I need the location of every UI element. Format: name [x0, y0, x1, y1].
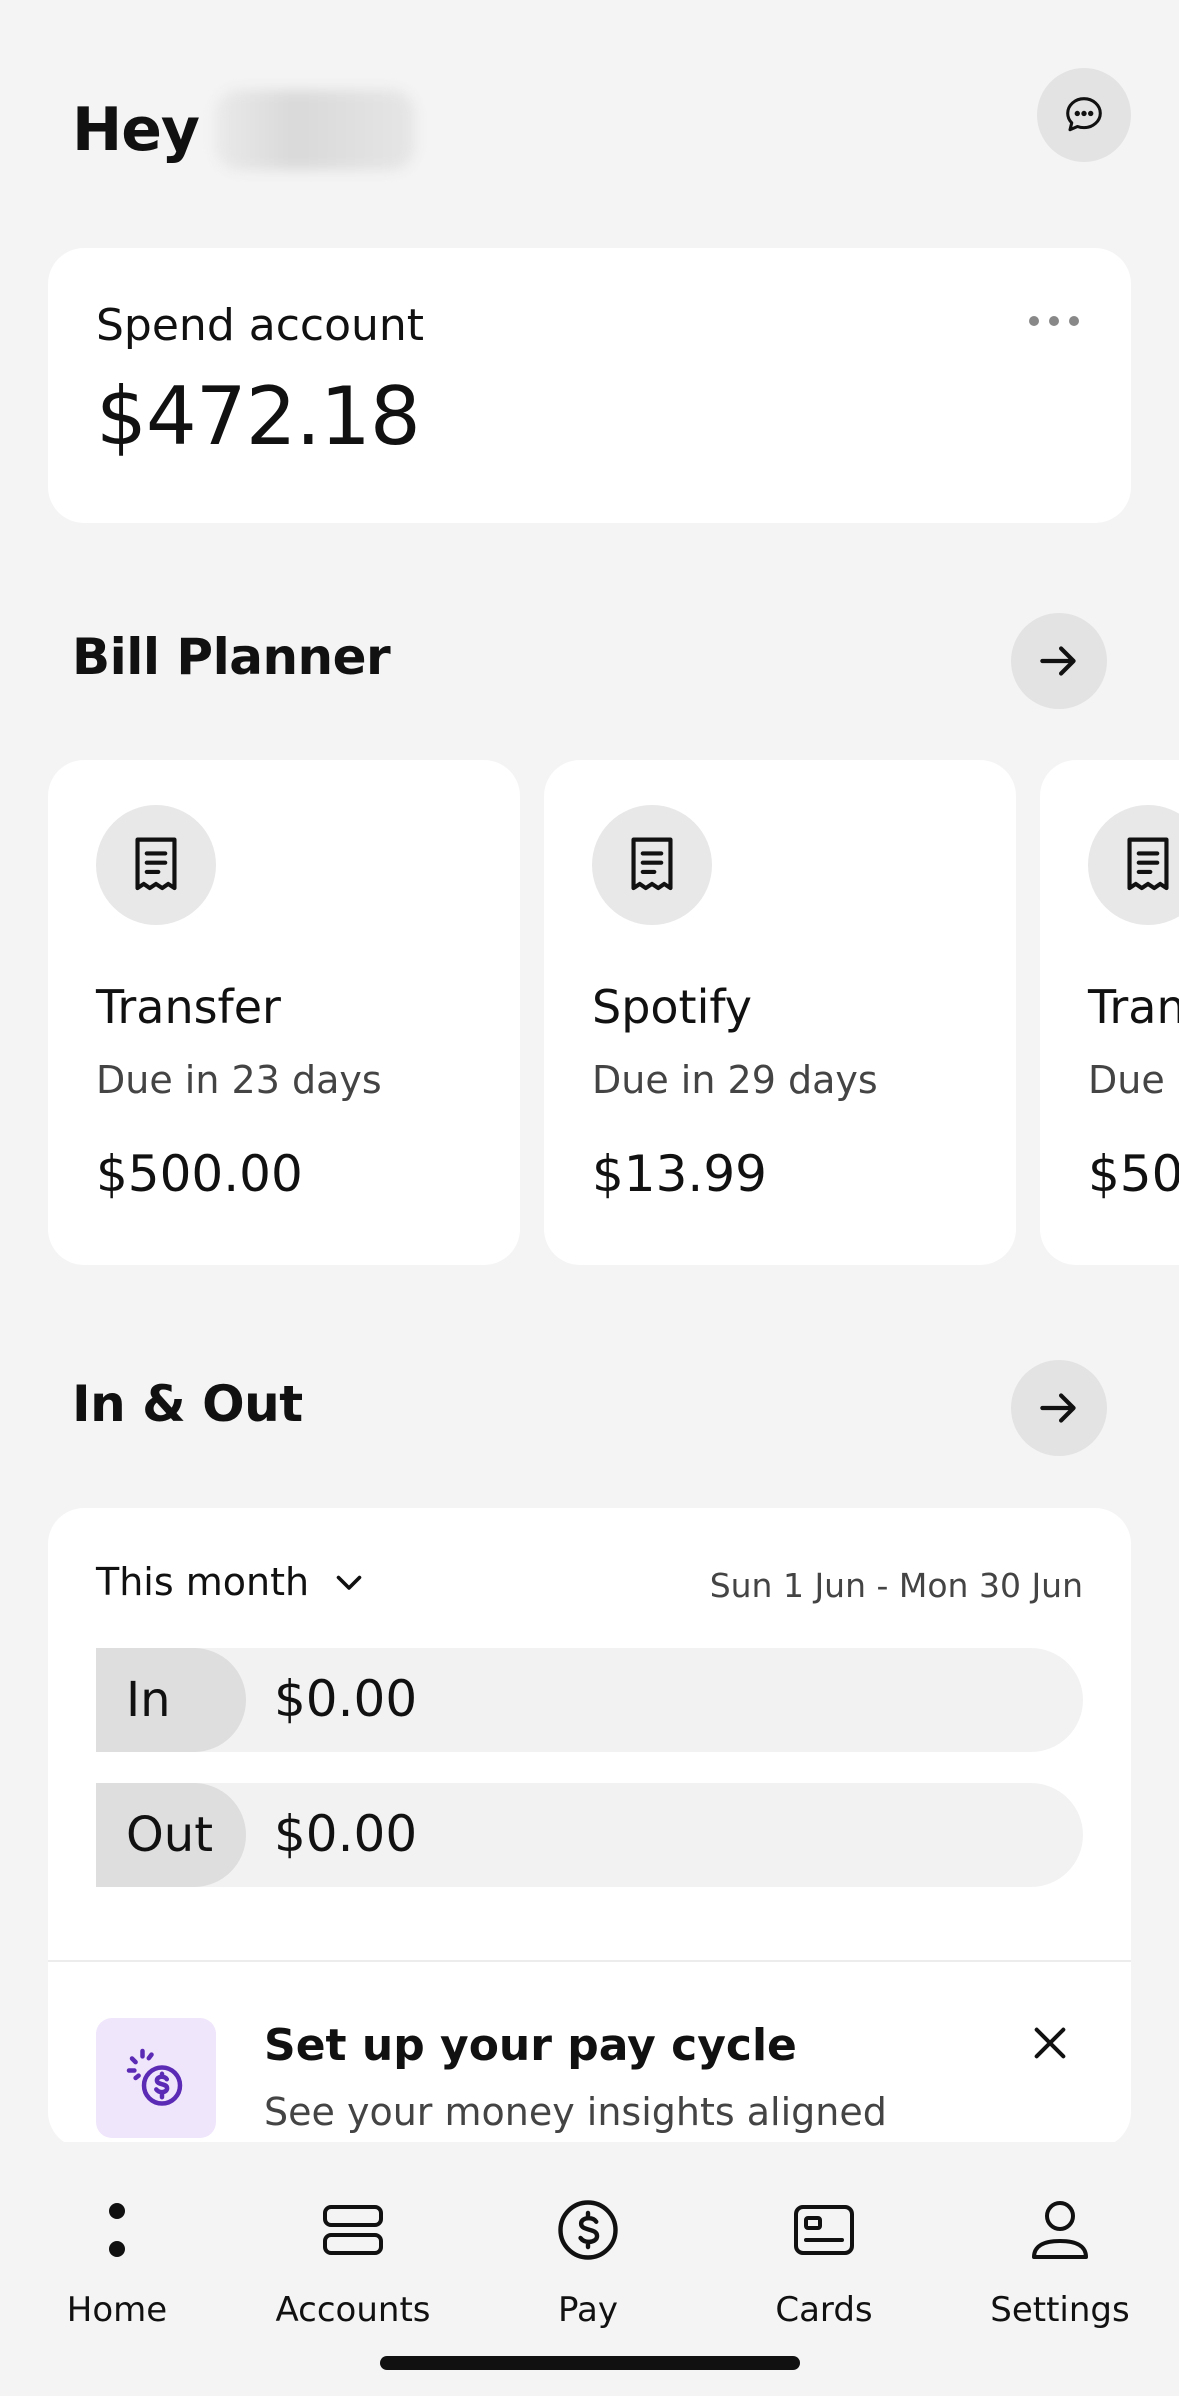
bill-card-transfer[interactable]: Transfer Due in 23 days $500.00: [48, 760, 520, 1265]
tab-pay[interactable]: Pay: [488, 2190, 688, 2330]
tab-label: Home: [66, 2290, 168, 2330]
more-options-icon[interactable]: [1029, 316, 1079, 326]
home-indicator: [380, 2356, 800, 2370]
tab-label: Accounts: [275, 2290, 431, 2330]
period-label: This month: [96, 1560, 310, 1604]
bill-card-partial[interactable]: Tran Due i $50: [1040, 760, 1179, 1265]
bill-amount: $50: [1088, 1145, 1179, 1203]
person-icon: [1030, 2190, 1090, 2270]
receipt-icon: [96, 805, 216, 925]
chevron-down-icon: [336, 1575, 362, 1590]
user-name-redacted: [215, 90, 416, 170]
period-dropdown[interactable]: This month: [96, 1560, 367, 1604]
close-icon: [1034, 2027, 1066, 2059]
bill-planner-arrow-button[interactable]: [1011, 613, 1107, 709]
bill-name: Transfer: [96, 980, 281, 1034]
out-label: Out: [96, 1783, 246, 1887]
in-out-arrow-button[interactable]: [1011, 1360, 1107, 1456]
bill-amount: $13.99: [592, 1145, 767, 1203]
card-icon: [793, 2190, 855, 2270]
bill-card-spotify[interactable]: Spotify Due in 29 days $13.99: [544, 760, 1016, 1265]
bill-planner-title: Bill Planner: [72, 628, 391, 686]
spend-account-balance: $472.18: [96, 370, 421, 463]
home-dot-icon: [102, 2190, 132, 2270]
tab-label: Settings: [990, 2290, 1130, 2330]
spend-account-label: Spend account: [96, 300, 425, 351]
date-range: Sun 1 Jun - Mon 30 Jun: [709, 1566, 1083, 1605]
chat-bubble-icon: [1066, 97, 1102, 132]
tab-settings[interactable]: Settings: [960, 2190, 1160, 2330]
spend-account-card[interactable]: Spend account $472.18: [48, 248, 1131, 523]
bill-name: Spotify: [592, 980, 752, 1034]
pay-cycle-icon: [96, 2018, 216, 2138]
in-label: In: [96, 1648, 246, 1752]
tab-accounts[interactable]: Accounts: [253, 2190, 453, 2330]
receipt-icon: [1088, 805, 1179, 925]
tab-cards[interactable]: Cards: [724, 2190, 924, 2330]
bill-list: Transfer Due in 23 days $500.00 Spotify …: [48, 760, 1179, 1265]
close-button[interactable]: [1025, 2018, 1075, 2068]
greeting: Hey: [72, 95, 200, 165]
in-value: $0.00: [274, 1670, 418, 1728]
in-row[interactable]: In $0.00: [96, 1648, 1083, 1752]
in-out-card: This month Sun 1 Jun - Mon 30 Jun In $0.…: [48, 1508, 1131, 2148]
out-value: $0.00: [274, 1805, 418, 1863]
pay-cycle-subtitle: See your money insights aligned: [264, 2090, 887, 2134]
header: Hey: [72, 90, 416, 170]
out-row[interactable]: Out $0.00: [96, 1783, 1083, 1887]
bill-amount: $500.00: [96, 1145, 303, 1203]
bill-due: Due in 29 days: [592, 1058, 878, 1102]
divider: [48, 1960, 1131, 1962]
bill-name: Tran: [1088, 980, 1179, 1034]
dollar-circle-icon: [555, 2190, 621, 2270]
receipt-icon: [592, 805, 712, 925]
arrow-right-icon: [1040, 646, 1076, 676]
in-out-title: In & Out: [72, 1375, 303, 1433]
bill-due: Due i: [1088, 1058, 1179, 1102]
tab-home[interactable]: Home: [17, 2190, 217, 2330]
accounts-icon: [322, 2190, 384, 2270]
tab-label: Cards: [775, 2290, 873, 2330]
chat-button[interactable]: [1037, 68, 1131, 162]
bill-due: Due in 23 days: [96, 1058, 382, 1102]
pay-cycle-title: Set up your pay cycle: [264, 2020, 797, 2071]
arrow-right-icon: [1040, 1393, 1076, 1423]
tab-label: Pay: [558, 2290, 618, 2330]
